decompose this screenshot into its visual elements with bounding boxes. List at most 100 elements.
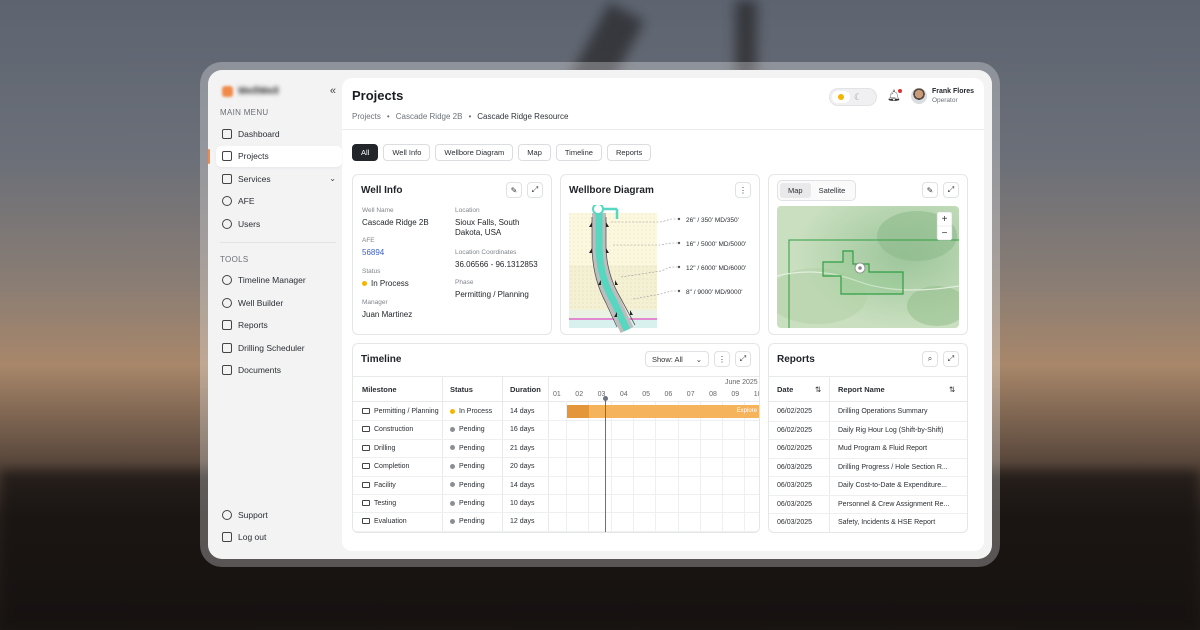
folder-icon: [362, 518, 370, 525]
sidebar-item-timeline-manager[interactable]: Timeline Manager: [216, 270, 342, 291]
map-pin-icon[interactable]: [854, 262, 866, 274]
filter-timeline[interactable]: Timeline: [555, 144, 602, 161]
report-name[interactable]: Daily Cost-to-Date & Expenditure...: [838, 482, 947, 489]
timeline-header-row: [353, 376, 759, 402]
filter-well-info[interactable]: Well Info: [383, 144, 431, 161]
filter-map[interactable]: Map: [518, 144, 551, 161]
filter-reports[interactable]: Reports: [606, 144, 652, 161]
tab-map[interactable]: Map: [780, 182, 811, 198]
expand-icon[interactable]: ⤢: [943, 351, 959, 367]
sidebar-item-label: Support: [238, 509, 268, 520]
milestone-name: Evaluation: [374, 518, 407, 526]
zoom-out-button[interactable]: −: [942, 228, 948, 239]
edit-icon[interactable]: ✎: [922, 182, 938, 198]
sidebar-item-drilling-scheduler[interactable]: Drilling Scheduler: [216, 337, 342, 358]
user-menu[interactable]: Frank Flores Operator: [910, 88, 974, 104]
table-row[interactable]: Drilling Pending 21 days: [353, 440, 759, 459]
table-row[interactable]: 06/03/2025 Daily Cost-to-Date & Expenditu…: [769, 477, 967, 496]
more-options-icon[interactable]: ⋮: [735, 182, 751, 198]
show-filter-dropdown[interactable]: Show: All ⌄: [645, 351, 709, 367]
table-row[interactable]: 06/02/2025 Drilling Operations Summary: [769, 403, 967, 422]
column-header-date[interactable]: Date: [777, 385, 793, 394]
breadcrumb-separator: •: [386, 112, 390, 121]
column-header-status[interactable]: Status: [450, 385, 473, 394]
expand-icon[interactable]: ⤢: [527, 182, 543, 198]
sidebar-item-support[interactable]: Support: [216, 504, 342, 525]
edit-icon[interactable]: ✎: [506, 182, 522, 198]
status-cell: Pending: [450, 445, 485, 452]
tab-satellite[interactable]: Satellite: [811, 183, 854, 198]
well-info-card: Well Info ✎ ⤢ Well Name Cascade Ridge 2B…: [352, 174, 552, 335]
gantt-bar[interactable]: Explore: [567, 405, 759, 418]
table-row[interactable]: Construction Pending 16 days: [353, 421, 759, 440]
report-name[interactable]: Safety, Incidents & HSE Report: [838, 519, 935, 526]
sidebar-item-projects[interactable]: Projects: [208, 145, 342, 167]
map-view[interactable]: + −: [777, 206, 959, 328]
table-row[interactable]: 06/03/2025 Personnel & Crew Assignment Re…: [769, 496, 967, 514]
gantt-day-label: 10: [753, 391, 759, 398]
filter-wellbore-diagram[interactable]: Wellbore Diagram: [435, 144, 514, 161]
table-row[interactable]: 06/03/2025 Drilling Progress / Hole Secti…: [769, 459, 967, 477]
sidebar-item-afe[interactable]: AFE: [216, 191, 342, 212]
report-name[interactable]: Daily Rig Hour Log (Shift-by-Shift): [838, 427, 943, 434]
afe-link[interactable]: 56894: [362, 248, 384, 258]
table-row[interactable]: Testing Pending 10 days: [353, 495, 759, 514]
field-label: Location: [455, 207, 480, 214]
casing-label: 12" / 6000' MD/6000': [686, 265, 746, 272]
milestone-name: Permitting / Planning: [374, 408, 439, 415]
card-title: Timeline: [361, 353, 402, 365]
sidebar-header: WellWell «: [216, 82, 342, 100]
report-name[interactable]: Personnel & Crew Assignment Re...: [838, 501, 949, 508]
status-cell: Pending: [450, 426, 485, 433]
reports-card: Reports ⌕ ⤢ Date ⇅ Report Name ⇅ 06/02/2…: [768, 343, 968, 533]
gantt-day-label: 07: [686, 391, 695, 398]
sidebar-item-reports[interactable]: Reports: [216, 315, 342, 336]
milestone-cell: Testing: [362, 500, 396, 507]
filter-all[interactable]: All: [352, 144, 379, 161]
sidebar-item-label: Services: [238, 173, 271, 184]
table-row[interactable]: Completion Pending 20 days: [353, 458, 759, 477]
table-row[interactable]: 06/02/2025 Mud Program & Fluid Report: [769, 440, 967, 459]
sidebar-item-well-builder[interactable]: Well Builder: [216, 292, 342, 313]
brand-logo[interactable]: WellWell: [222, 85, 279, 97]
sidebar-item-logout[interactable]: Log out: [216, 527, 342, 548]
sun-icon: [832, 91, 851, 103]
column-header-duration[interactable]: Duration: [510, 385, 541, 394]
table-row[interactable]: 06/03/2025 Safety, Incidents & HSE Report: [769, 514, 967, 532]
table-row[interactable]: 06/02/2025 Daily Rig Hour Log (Shift-by-S…: [769, 422, 967, 440]
sidebar-item-users[interactable]: Users: [216, 213, 342, 234]
milestone-name: Testing: [374, 500, 397, 507]
table-row[interactable]: Facility Pending 14 days: [353, 477, 759, 495]
status-dot: [450, 482, 455, 488]
breadcrumb-item[interactable]: Cascade Ridge 2B: [396, 112, 463, 121]
breadcrumb: Projects • Cascade Ridge 2B • Cascade Ri…: [352, 112, 568, 121]
field-label: Location Coordinates: [455, 249, 517, 256]
status-cell: Pending: [450, 500, 485, 507]
casing-leader-dots: [677, 217, 681, 293]
sidebar-item-label: Documents: [238, 365, 281, 375]
notification-bell-icon[interactable]: 🔔︎: [887, 89, 902, 102]
report-name[interactable]: Mud Program & Fluid Report: [838, 445, 927, 452]
expand-icon[interactable]: ⤢: [943, 182, 959, 198]
wellbore-diagram-card: Wellbore Diagram ⋮ 26" / 350' MD/350' 16…: [560, 174, 760, 335]
expand-icon[interactable]: ⤢: [735, 351, 751, 367]
sidebar-item-documents[interactable]: Documents: [216, 360, 342, 381]
sidebar-item-dashboard[interactable]: Dashboard: [216, 123, 342, 144]
report-name[interactable]: Drilling Operations Summary: [838, 408, 927, 415]
sidebar-item-label: Dashboard: [238, 128, 280, 139]
column-header-report-name[interactable]: Report Name: [838, 385, 885, 394]
theme-toggle[interactable]: ☾: [829, 88, 878, 106]
help-icon: [222, 509, 232, 520]
search-icon[interactable]: ⌕: [922, 351, 938, 367]
sort-icon[interactable]: ⇅: [949, 385, 955, 394]
column-header-milestone[interactable]: Milestone: [362, 385, 397, 394]
breadcrumb-item[interactable]: Projects: [352, 112, 381, 121]
zoom-in-button[interactable]: +: [942, 214, 948, 225]
status-dot: [450, 408, 455, 414]
sidebar-item-services[interactable]: Services ⌄: [216, 168, 342, 189]
more-options-icon[interactable]: ⋮: [714, 351, 730, 367]
sort-icon[interactable]: ⇅: [815, 385, 821, 394]
table-row[interactable]: Evaluation Pending 12 days: [353, 513, 759, 532]
report-name[interactable]: Drilling Progress / Hole Section R...: [838, 464, 948, 471]
collapse-sidebar-icon[interactable]: «: [330, 85, 336, 97]
